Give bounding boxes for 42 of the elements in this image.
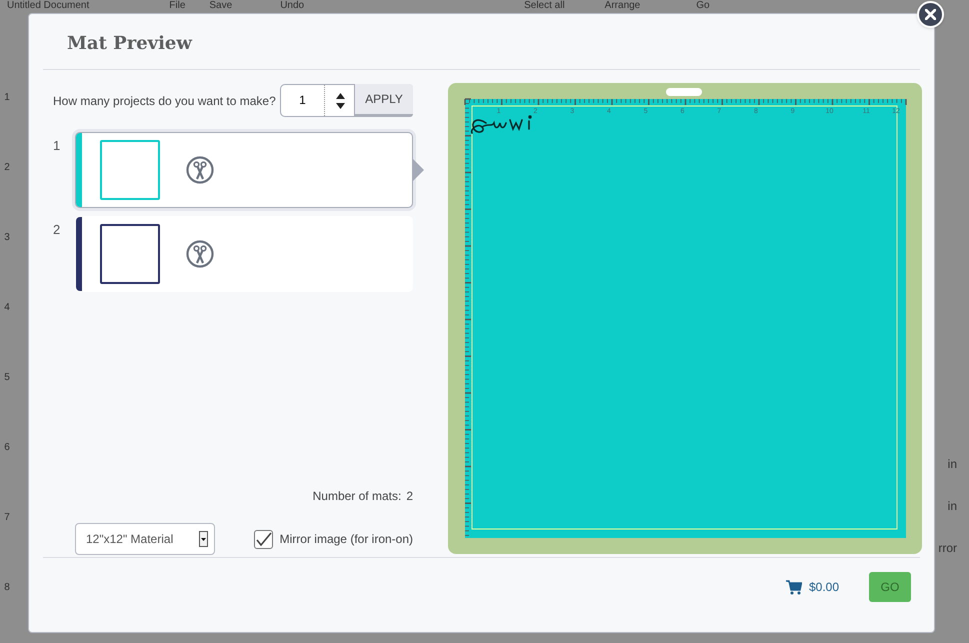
- mat-card[interactable]: [74, 216, 413, 292]
- menu-label: Undo: [280, 0, 304, 12]
- menu-label: Select all: [524, 0, 565, 12]
- ruler-number: 7: [4, 511, 10, 525]
- scissors-icon: [186, 156, 214, 184]
- ruler-number: 8: [4, 581, 10, 595]
- menu-label: Untitled Document: [7, 0, 90, 12]
- mat-number: 1: [53, 137, 61, 155]
- mat-thumbnail: [100, 224, 160, 284]
- menu-label: Save: [209, 0, 232, 12]
- scissors-icon: [186, 240, 214, 268]
- mirror-label: Mirror image (for iron-on): [280, 531, 413, 548]
- design-drawing: [470, 115, 532, 134]
- menu-label: Go: [696, 0, 710, 12]
- dropdown-icon: [199, 531, 208, 547]
- close-button[interactable]: [917, 1, 944, 28]
- material-select[interactable]: 12"x12" Material: [75, 523, 215, 555]
- ruler-number: 6: [4, 441, 10, 455]
- ruler-number: 1: [4, 91, 10, 105]
- mat-number: 2: [53, 221, 61, 239]
- quantity-field[interactable]: 1: [280, 84, 355, 117]
- ruler-number: 4: [4, 301, 10, 315]
- unit-label: rror: [938, 540, 957, 556]
- close-icon: [925, 9, 936, 20]
- mat-thumbnail: [100, 140, 160, 200]
- apply-button[interactable]: APPLY: [355, 84, 413, 117]
- ruler-number: 5: [4, 371, 10, 385]
- ruler-number: 3: [4, 231, 10, 245]
- pointer-icon: [413, 159, 424, 181]
- dialog-title: Mat Preview: [67, 32, 194, 56]
- unit-label: in: [948, 498, 957, 514]
- mat-count-value: 2: [406, 488, 413, 505]
- cart-icon: [786, 580, 802, 594]
- menu-label: Arrange: [604, 0, 640, 12]
- ruler-number: 2: [4, 161, 10, 175]
- menu-label: File: [169, 0, 186, 12]
- mat-count-label: Number of mats:: [312, 488, 402, 505]
- stepper-arrows-icon[interactable]: [336, 92, 345, 110]
- mirror-checkbox[interactable]: [254, 530, 273, 548]
- quantity-label: How many projects do you want to make?: [53, 92, 276, 110]
- unit-label: in: [948, 456, 957, 472]
- price-text: $0.00: [808, 579, 839, 596]
